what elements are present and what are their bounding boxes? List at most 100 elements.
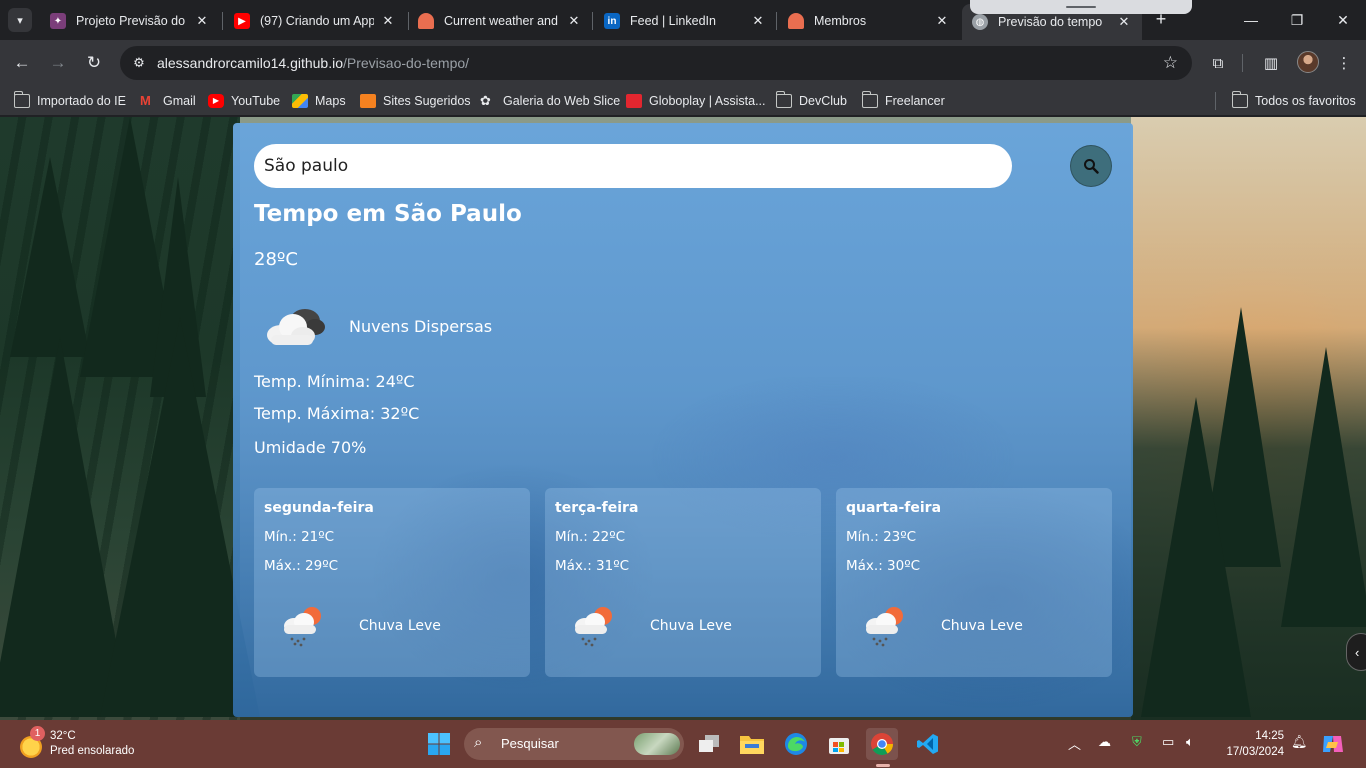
tab-youtube[interactable]: ▶ (97) Criando um App ✕: [224, 6, 406, 36]
side-panel-icon[interactable]: ▥: [1258, 50, 1284, 76]
tab-projeto[interactable]: ✦ Projeto Previsão do Te ✕: [40, 6, 220, 36]
url-text[interactable]: alessandrorcamilo14.github.io/Previsao-d…: [157, 55, 469, 71]
reload-button[interactable]: ↻: [80, 49, 108, 77]
clock-time: 14:25: [1255, 730, 1284, 742]
close-icon[interactable]: ✕: [566, 13, 582, 29]
copilot-button[interactable]: [1318, 730, 1348, 758]
search-label: Pesquisar: [501, 736, 559, 751]
store-button[interactable]: [823, 728, 855, 760]
forecast-card: segunda-feira Mín.: 21ºC Máx.: 29ºC Chuv…: [254, 488, 530, 677]
light-rain-icon: [278, 602, 326, 653]
volume-icon[interactable]: 🔈︎: [1186, 734, 1194, 750]
forecast-day: segunda-feira: [264, 500, 374, 516]
profile-avatar[interactable]: [1297, 51, 1319, 73]
tab-title: (97) Criando um App: [260, 14, 374, 28]
folder-icon: [740, 736, 764, 754]
bookmark-label: Importado do IE: [37, 94, 126, 108]
bookmark-sites-sugeridos[interactable]: Sites Sugeridos: [360, 92, 471, 110]
openweather-icon: [418, 13, 434, 29]
cloud-icon[interactable]: ☁: [1098, 734, 1111, 750]
tab-linkedin[interactable]: in Feed | LinkedIn ✕: [594, 6, 776, 36]
bell-icon[interactable]: 🔔︎: [1291, 734, 1308, 750]
forecast-min: Mín.: 22ºC: [555, 529, 626, 545]
bookmark-devclub[interactable]: DevClub: [775, 91, 847, 110]
chrome-button[interactable]: [866, 728, 898, 760]
store-icon: [829, 738, 849, 754]
page-viewport: Tempo em São Paulo 28ºC Nuvens Dispersas…: [0, 117, 1366, 720]
bookmark-label: YouTube: [231, 94, 281, 108]
menu-icon[interactable]: ⋮: [1331, 50, 1357, 76]
vscode-button[interactable]: [912, 728, 944, 760]
search-icon: ⌕: [474, 734, 483, 751]
taskbar-search[interactable]: ⌕ Pesquisar: [464, 728, 684, 760]
widget-description: Pred ensolarado: [50, 745, 135, 757]
task-view-button[interactable]: [693, 728, 725, 760]
tab-search-button[interactable]: ▾: [8, 8, 32, 32]
background-forest-right: [1131, 117, 1366, 720]
forecast-description: Chuva Leve: [941, 618, 1023, 634]
city-search-input[interactable]: [254, 144, 1012, 188]
close-icon[interactable]: ✕: [194, 13, 210, 29]
close-icon[interactable]: ✕: [1116, 14, 1132, 30]
web-slice-icon: ✿: [480, 93, 491, 108]
file-explorer-button[interactable]: [736, 728, 768, 760]
all-bookmarks[interactable]: Todos os favoritos: [1231, 91, 1356, 110]
tab-current-weather[interactable]: Current weather and ✕: [408, 6, 592, 36]
forward-button[interactable]: →: [44, 49, 72, 77]
security-shield-icon[interactable]: ⛨: [1132, 734, 1142, 750]
back-button[interactable]: ←: [8, 49, 36, 77]
bookmark-youtube[interactable]: ▶ YouTube: [208, 92, 280, 110]
maps-icon: [292, 94, 308, 108]
bookmark-star-icon[interactable]: ☆: [1163, 53, 1178, 73]
edge-icon: [785, 733, 807, 755]
bookmark-gmail[interactable]: M Gmail: [140, 92, 196, 110]
light-rain-icon: [860, 602, 908, 653]
bookmark-label: Globoplay | Assista...: [649, 94, 766, 108]
address-bar[interactable]: ⚙ alessandrorcamilo14.github.io/Previsao…: [120, 46, 1192, 80]
globoplay-icon: [626, 94, 642, 108]
snap-handle[interactable]: [970, 0, 1192, 14]
site-info-icon[interactable]: ⚙: [130, 54, 148, 72]
tab-title: Feed | LinkedIn: [630, 14, 716, 28]
url-host: alessandrorcamilo14.github.io: [157, 55, 343, 71]
folder-icon: [1231, 91, 1248, 108]
bookmark-importado[interactable]: Importado do IE: [13, 91, 126, 110]
close-icon[interactable]: ✕: [750, 13, 766, 29]
current-temperature: 28ºC: [254, 249, 298, 270]
search-highlight-thumbnail: [634, 733, 680, 755]
temp-min: Temp. Mínima: 24ºC: [254, 372, 415, 391]
weather-card: Tempo em São Paulo 28ºC Nuvens Dispersas…: [233, 123, 1133, 717]
close-window-button[interactable]: ✕: [1320, 0, 1366, 40]
bookmark-freelancer[interactable]: Freelancer: [861, 91, 945, 110]
search-button[interactable]: [1070, 145, 1112, 187]
clock-date: 17/03/2024: [1226, 746, 1284, 758]
close-icon[interactable]: ✕: [934, 13, 950, 29]
system-clock[interactable]: 14:25 17/03/2024: [1220, 728, 1284, 760]
edge-button[interactable]: [780, 728, 812, 760]
forecast-card: quarta-feira Mín.: 23ºC Máx.: 30ºC Chuva…: [836, 488, 1112, 677]
tab-strip: ▾ ✦ Projeto Previsão do Te ✕ ▶ (97) Cria…: [0, 0, 1366, 40]
start-button[interactable]: [423, 728, 455, 760]
bookmark-label: Freelancer: [885, 94, 945, 108]
bookmark-globoplay[interactable]: Globoplay | Assista...: [626, 92, 766, 110]
light-rain-icon: [569, 602, 617, 653]
tab-title: Previsão do tempo: [998, 15, 1103, 29]
restore-button[interactable]: ❐: [1274, 0, 1320, 40]
extensions-icon[interactable]: ⧉: [1205, 50, 1231, 76]
minimize-button[interactable]: —: [1228, 0, 1274, 40]
folder-icon: [861, 91, 878, 108]
bookmark-label: Sites Sugeridos: [383, 94, 471, 108]
network-icon[interactable]: ▭: [1162, 734, 1174, 750]
folder-icon: [775, 91, 792, 108]
bookmark-web-slice[interactable]: ✿ Galeria do Web Slice: [480, 92, 620, 110]
chevron-up-icon[interactable]: ︿: [1068, 734, 1081, 753]
tab-membros[interactable]: Membros ✕: [778, 6, 960, 36]
active-app-indicator: [876, 764, 890, 767]
chevron-left-icon[interactable]: ‹: [1346, 633, 1366, 671]
windows-icon: [428, 733, 450, 755]
linkedin-icon: in: [604, 13, 620, 29]
bookmark-maps[interactable]: Maps: [292, 92, 346, 110]
close-icon[interactable]: ✕: [380, 13, 396, 29]
windows-taskbar: 1 32°C Pred ensolarado ⌕ Pesquisar ︿ ☁ ⛨…: [0, 720, 1366, 768]
tab-title: Membros: [814, 14, 867, 28]
